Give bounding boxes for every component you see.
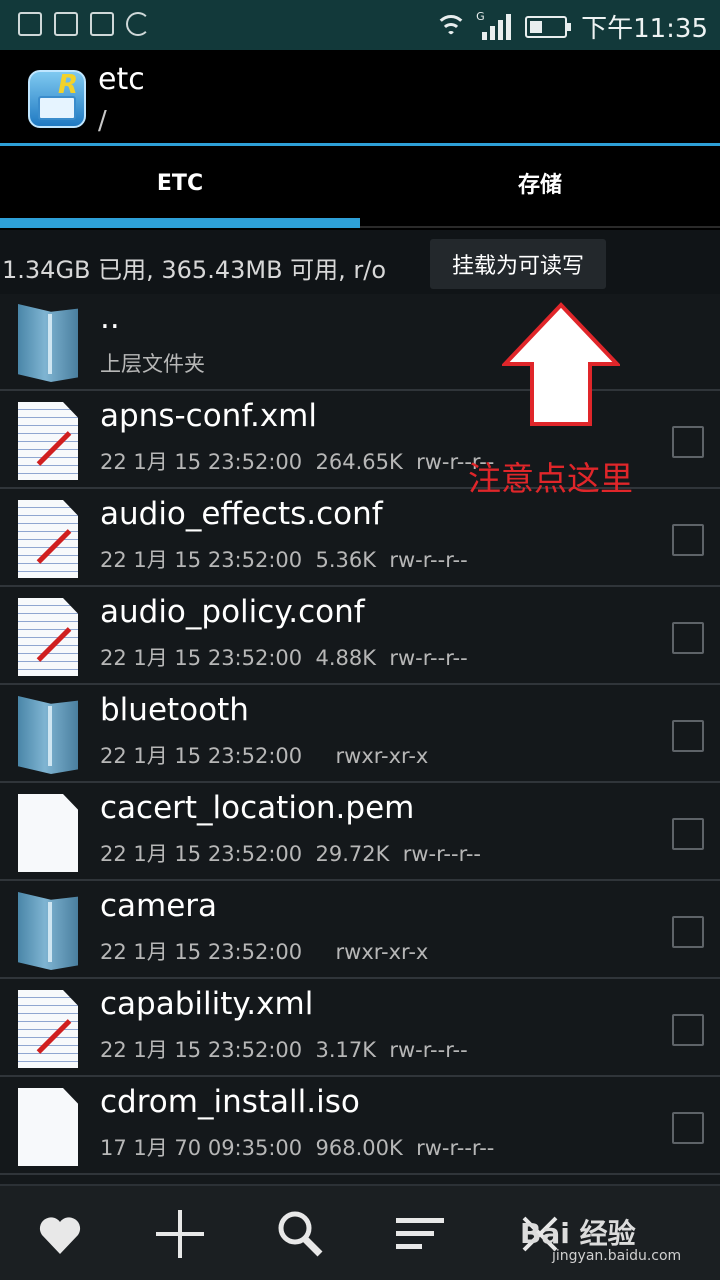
file-meta: 上层文件夹	[100, 352, 205, 376]
clock: 下午11:35	[581, 14, 708, 44]
storage-usage-text: 1.34GB 已用, 365.43MB 可用, r/o	[2, 256, 387, 284]
mount-read-write-button[interactable]: 挂载为可读写	[430, 239, 606, 289]
list-item[interactable]: camera 22 1月 15 23:52:00 rwxr-xr-x	[0, 882, 720, 979]
file-meta: 17 1月 70 09:35:00 968.00K rw-r--r--	[100, 1136, 495, 1160]
list-item[interactable]: cdrom_install.iso 17 1月 70 09:35:00 968.…	[0, 1078, 720, 1175]
folder-title: etc	[98, 62, 145, 97]
file-name: bluetooth	[100, 692, 249, 728]
file-icon	[18, 1088, 78, 1166]
tab-bar: ETC 存储	[0, 146, 720, 230]
file-name: audio_policy.conf	[100, 594, 365, 630]
select-checkbox[interactable]	[672, 622, 704, 654]
file-name: capability.xml	[100, 986, 314, 1022]
text-file-icon	[18, 402, 78, 480]
favorite-icon[interactable]	[30, 1204, 90, 1264]
sort-icon[interactable]	[390, 1204, 450, 1264]
select-checkbox[interactable]	[672, 426, 704, 458]
watermark-url: jingyan.baidu.com	[552, 1248, 682, 1264]
list-item[interactable]: bluetooth 22 1月 15 23:52:00 rwxr-xr-x	[0, 686, 720, 783]
battery-icon	[525, 15, 572, 38]
text-file-icon	[18, 990, 78, 1068]
network-type-label: G	[476, 9, 485, 23]
folder-icon	[18, 304, 78, 382]
tab-active-indicator	[0, 218, 360, 228]
app-header: R etc /	[0, 50, 720, 144]
keyboard-icon	[90, 12, 114, 36]
annotation-arrow-icon	[502, 302, 620, 426]
folder-icon	[18, 892, 78, 970]
select-checkbox[interactable]	[672, 1112, 704, 1144]
signal-icon: G	[476, 10, 512, 40]
image-icon	[54, 12, 78, 36]
select-checkbox[interactable]	[672, 524, 704, 556]
file-meta: 22 1月 15 23:52:00 5.36K rw-r--r--	[100, 548, 468, 572]
file-icon	[18, 794, 78, 872]
file-meta: 22 1月 15 23:52:00 rwxr-xr-x	[100, 940, 429, 964]
text-file-icon	[18, 500, 78, 578]
select-checkbox[interactable]	[672, 1014, 704, 1046]
select-checkbox[interactable]	[672, 818, 704, 850]
annotation-text: 注意点这里	[468, 459, 633, 498]
app-logo-icon[interactable]: R	[28, 70, 86, 128]
file-name: camera	[100, 888, 218, 924]
file-name: apns-conf.xml	[100, 398, 317, 434]
list-item[interactable]: capability.xml 22 1月 15 23:52:00 3.17K r…	[0, 980, 720, 1077]
tab-etc[interactable]: ETC	[0, 146, 360, 220]
text-file-icon	[18, 598, 78, 676]
select-checkbox[interactable]	[672, 720, 704, 752]
tab-storage[interactable]: 存储	[360, 146, 720, 220]
status-bar: G 下午11:35	[0, 0, 720, 50]
folder-path: /	[98, 106, 107, 136]
watermark-logo: Bai 经验	[520, 1217, 636, 1250]
list-item[interactable]: cacert_location.pem 22 1月 15 23:52:00 29…	[0, 784, 720, 881]
file-meta: 22 1月 15 23:52:00 29.72K rw-r--r--	[100, 842, 482, 866]
file-meta: 22 1月 15 23:52:00 264.65K rw-r--r--	[100, 450, 495, 474]
list-item[interactable]: audio_policy.conf 22 1月 15 23:52:00 4.88…	[0, 588, 720, 685]
alert-icon	[18, 12, 42, 36]
file-meta: 22 1月 15 23:52:00 4.88K rw-r--r--	[100, 646, 468, 670]
select-checkbox[interactable]	[672, 916, 704, 948]
wifi-icon	[434, 13, 468, 41]
file-name: cdrom_install.iso	[100, 1084, 360, 1120]
file-name: ..	[100, 300, 120, 336]
file-meta: 22 1月 15 23:52:00 rwxr-xr-x	[100, 744, 429, 768]
search-icon[interactable]	[270, 1204, 330, 1264]
file-name: audio_effects.conf	[100, 496, 383, 532]
folder-icon	[18, 696, 78, 774]
list-item[interactable]: audio_effects.conf 22 1月 15 23:52:00 5.3…	[0, 490, 720, 587]
file-meta: 22 1月 15 23:52:00 3.17K rw-r--r--	[100, 1038, 468, 1062]
bottom-toolbar: Bai 经验 jingyan.baidu.com	[0, 1184, 720, 1280]
sync-icon	[126, 12, 150, 36]
storage-info-bar: 1.34GB 已用, 365.43MB 可用, r/o 挂载为可读写	[0, 230, 720, 294]
file-name: cacert_location.pem	[100, 790, 415, 826]
add-icon[interactable]	[150, 1204, 210, 1264]
